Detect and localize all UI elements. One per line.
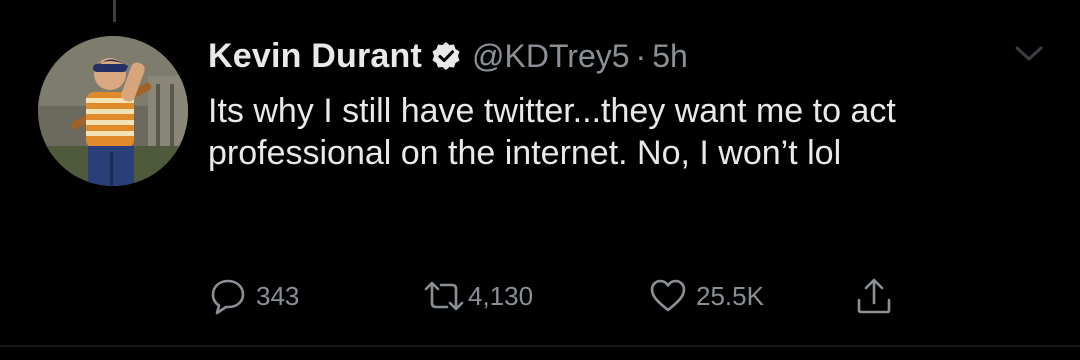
tweet-text: Its why I still have twitter...they want… [208, 92, 896, 172]
reply-button[interactable]: 343 [208, 274, 299, 318]
timestamp[interactable]: 5h [652, 38, 688, 75]
share-icon [854, 276, 894, 316]
like-button[interactable]: 25.5K [648, 274, 764, 318]
chevron-down-icon[interactable] [1012, 42, 1046, 66]
username-handle[interactable]: @KDTrey5 [472, 38, 630, 75]
divider [0, 345, 1080, 347]
avatar-image [38, 36, 188, 186]
retweet-icon [422, 276, 466, 316]
verified-badge-icon [430, 40, 462, 72]
retweet-count: 4,130 [468, 280, 534, 311]
heart-icon [648, 276, 688, 316]
separator-dot: · [635, 37, 647, 74]
reply-icon [208, 276, 248, 316]
tweet-actions: 343 4,130 25.5K [208, 274, 928, 318]
share-button[interactable] [854, 274, 894, 318]
retweet-button[interactable]: 4,130 [422, 274, 533, 318]
like-count: 25.5K [696, 280, 764, 311]
tweet-header: Kevin Durant @KDTrey5 · 5h [208, 33, 688, 79]
avatar[interactable] [38, 36, 188, 186]
display-name[interactable]: Kevin Durant [208, 37, 422, 76]
tweet[interactable]: Kevin Durant @KDTrey5 · 5h Its why I sti… [0, 0, 1080, 360]
reply-count: 343 [256, 280, 300, 311]
